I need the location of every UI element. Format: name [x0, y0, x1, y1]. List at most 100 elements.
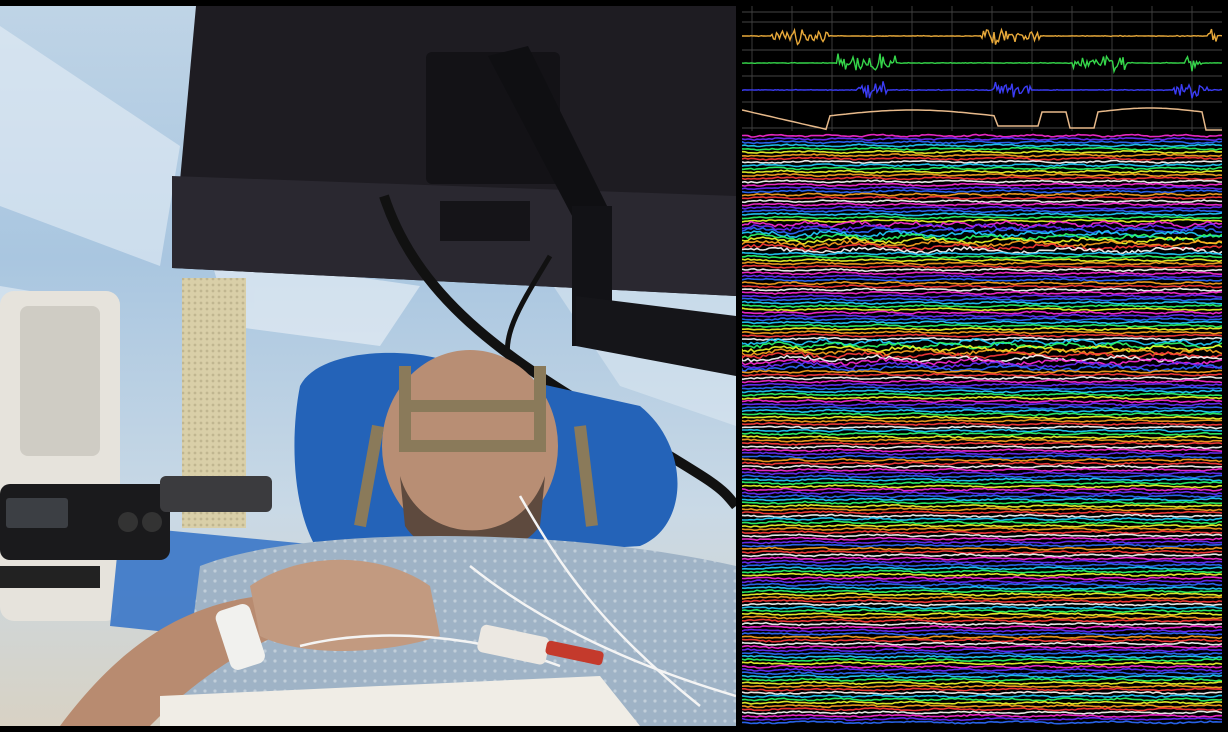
channel-trace — [742, 585, 1222, 591]
channel-trace — [742, 441, 1222, 446]
channel-trace — [742, 713, 1222, 718]
channel-trace — [742, 602, 1222, 607]
channel-trace — [742, 375, 1222, 381]
channel-trace — [742, 588, 1222, 594]
channel-trace — [742, 480, 1222, 486]
envelope-trace — [742, 107, 1222, 131]
channel-trace — [742, 323, 1222, 329]
channel-trace — [742, 330, 1222, 335]
channel-trace — [742, 707, 1222, 712]
channel-trace — [742, 205, 1222, 210]
channel-trace — [742, 720, 1222, 725]
channel-trace — [742, 670, 1222, 676]
channel-trace — [742, 533, 1222, 538]
channel-trace — [742, 579, 1222, 584]
channel-trace — [742, 251, 1222, 256]
channel-trace — [742, 690, 1222, 696]
channel-band — [742, 428, 1222, 460]
channel-trace — [742, 582, 1222, 587]
channel-trace — [742, 674, 1222, 679]
audio-trace — [742, 53, 1222, 75]
channel-trace — [742, 546, 1222, 551]
channel-trace — [742, 448, 1222, 453]
channel-trace — [742, 208, 1222, 214]
channel-trace — [742, 454, 1222, 460]
channel-trace — [742, 146, 1222, 151]
photo-illustration — [0, 6, 736, 726]
channel-trace — [742, 280, 1222, 286]
channel-trace — [742, 326, 1222, 332]
channel-band — [742, 133, 1222, 165]
channel-trace — [742, 156, 1222, 161]
channel-trace — [742, 382, 1222, 387]
channel-bands — [742, 133, 1222, 725]
channel-trace — [742, 648, 1222, 653]
channel-trace — [742, 195, 1222, 201]
channel-trace — [742, 605, 1222, 610]
channel-trace — [742, 667, 1222, 673]
channel-trace — [742, 434, 1222, 440]
channel-trace — [742, 621, 1222, 627]
channel-trace — [742, 631, 1222, 637]
channel-trace — [742, 284, 1222, 289]
channel-trace — [742, 487, 1222, 492]
channel-trace — [742, 664, 1222, 669]
channel-trace — [742, 523, 1222, 528]
channel-trace — [742, 697, 1222, 702]
channel-band — [742, 310, 1222, 342]
channel-trace — [742, 179, 1222, 184]
channel-trace — [742, 661, 1222, 666]
grid-lines — [742, 6, 1222, 131]
channel-trace — [742, 526, 1222, 532]
channel-trace — [742, 418, 1222, 423]
channel-trace — [742, 510, 1222, 515]
channel-trace — [742, 516, 1222, 522]
channel-trace — [742, 140, 1222, 145]
channel-band — [742, 369, 1222, 401]
channel-trace — [742, 320, 1222, 325]
channel-trace — [742, 572, 1222, 578]
channel-trace — [742, 461, 1222, 466]
channel-trace — [742, 477, 1222, 482]
channel-trace — [742, 175, 1222, 181]
channel-trace — [742, 520, 1222, 525]
channel-band — [742, 605, 1222, 637]
channel-trace — [742, 693, 1222, 699]
channel-trace — [742, 543, 1222, 548]
channel-trace — [742, 408, 1222, 414]
channel-trace — [742, 310, 1222, 315]
channel-trace — [742, 497, 1222, 502]
channel-trace — [742, 490, 1222, 496]
channel-trace — [742, 595, 1222, 600]
channel-trace — [742, 162, 1222, 168]
channel-trace — [742, 549, 1222, 555]
channel-trace — [742, 457, 1222, 463]
channel-trace — [742, 651, 1222, 656]
channel-trace — [742, 503, 1222, 509]
channel-trace — [742, 412, 1222, 417]
channel-trace — [742, 680, 1222, 686]
channel-trace — [742, 415, 1222, 420]
channel-trace — [742, 350, 1222, 360]
channel-band — [742, 457, 1222, 489]
channel-trace — [742, 136, 1222, 142]
channel-trace — [742, 389, 1222, 394]
channel-trace — [742, 470, 1222, 476]
channel-band — [742, 280, 1222, 312]
channel-trace — [742, 592, 1222, 597]
channel-trace — [742, 277, 1222, 283]
channel-trace — [742, 189, 1222, 194]
channel-trace — [742, 261, 1222, 266]
channel-trace — [742, 372, 1222, 378]
channel-trace — [742, 133, 1222, 138]
channel-trace — [742, 467, 1222, 472]
channel-trace — [742, 159, 1222, 165]
channel-trace — [742, 379, 1222, 384]
monitor — [172, 6, 736, 296]
channel-trace — [742, 395, 1222, 401]
channel-trace — [742, 566, 1222, 571]
neural-signal-display — [742, 6, 1222, 726]
channel-trace — [742, 484, 1222, 489]
channel-trace — [742, 657, 1222, 663]
channel-band — [742, 634, 1222, 666]
